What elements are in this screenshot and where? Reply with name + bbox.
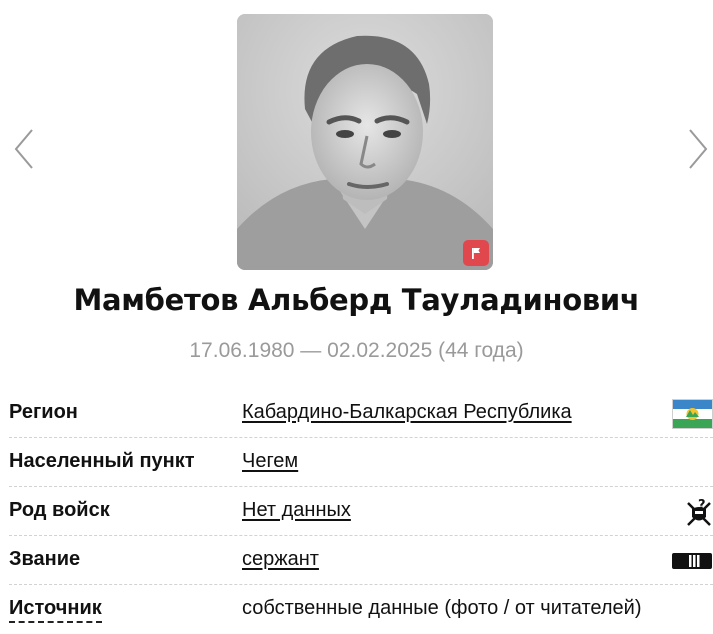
- chevron-left-icon: [14, 129, 33, 169]
- info-row-region: Регион Кабардино-Балкарская Республика: [9, 389, 713, 438]
- settlement-label: Населенный пункт: [9, 450, 195, 472]
- branch-link[interactable]: Нет данных: [242, 499, 351, 522]
- region-label: Регион: [9, 401, 78, 423]
- region-link[interactable]: Кабардино-Балкарская Республика: [242, 401, 572, 424]
- life-dates: 17.06.1980 — 02.02.2025 (44 года): [189, 339, 524, 362]
- branch-label: Род войск: [9, 499, 110, 521]
- portrait-photo: [237, 14, 493, 270]
- rank-link[interactable]: сержант: [242, 548, 319, 571]
- next-button[interactable]: [684, 126, 712, 172]
- source-value: собственные данные (фото / от читателей): [242, 597, 642, 619]
- info-row-branch: Род войск Нет данных ?: [9, 487, 713, 536]
- info-table: Регион Кабардино-Балкарская Республика Н…: [9, 389, 713, 634]
- chevron-right-icon: [689, 129, 708, 169]
- unknown-branch-icon: ?: [672, 497, 713, 527]
- info-row-rank: Звание сержант: [9, 536, 713, 585]
- rank-label: Звание: [9, 548, 81, 570]
- settlement-link[interactable]: Чегем: [242, 450, 298, 473]
- person-name: Мамбетов Альберд Тауладинович: [73, 283, 640, 317]
- rank-insignia-icon: [672, 546, 713, 576]
- report-flag-button[interactable]: [463, 240, 489, 266]
- info-row-settlement: Населенный пункт Чегем: [9, 438, 713, 487]
- info-row-source: Источник собственные данные (фото / от ч…: [9, 585, 713, 634]
- source-label[interactable]: Источник: [9, 597, 102, 623]
- flag-icon: [472, 248, 480, 259]
- previous-button[interactable]: [10, 126, 38, 172]
- kbr-flag-icon: [672, 399, 713, 429]
